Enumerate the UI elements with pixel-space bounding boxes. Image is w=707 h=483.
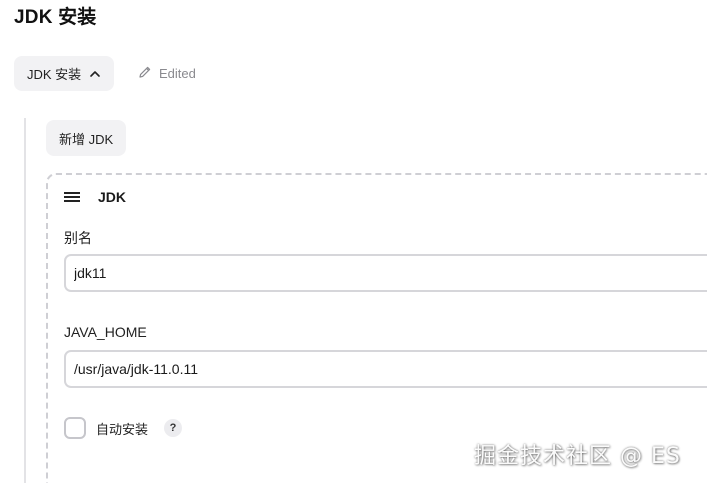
- auto-install-label[interactable]: 自动安装: [96, 419, 148, 438]
- drag-handle-icon[interactable]: [64, 191, 80, 203]
- page-title: JDK 安装: [14, 7, 97, 28]
- alias-label: 别名: [64, 230, 92, 246]
- alias-input[interactable]: [64, 254, 707, 292]
- auto-install-checkbox[interactable]: [64, 417, 86, 439]
- java-home-label: JAVA_HOME: [64, 324, 147, 340]
- add-jdk-button[interactable]: 新增 JDK: [46, 120, 127, 156]
- toggle-label: JDK 安装: [27, 67, 82, 82]
- pencil-icon: [138, 65, 152, 82]
- help-icon[interactable]: ?: [164, 419, 183, 437]
- jdk-install-page: JDK 安装 JDK 安装 Edited 新增 JDK JDK 别名 jdk11…: [0, 0, 707, 483]
- edited-indicator: Edited: [138, 65, 196, 82]
- watermark: 掘金技术社区 @ ES: [474, 444, 681, 469]
- jdk-install-toggle-button[interactable]: JDK 安装: [14, 56, 115, 91]
- jdk-card-header: JDK: [64, 189, 126, 205]
- edited-label: Edited: [159, 66, 196, 81]
- java-home-input[interactable]: [64, 350, 707, 388]
- auto-install-row: 自动安装 ?: [64, 417, 183, 439]
- section-divider: [24, 118, 26, 483]
- chevron-up-icon: [89, 68, 101, 80]
- jdk-card-title: JDK: [98, 189, 127, 205]
